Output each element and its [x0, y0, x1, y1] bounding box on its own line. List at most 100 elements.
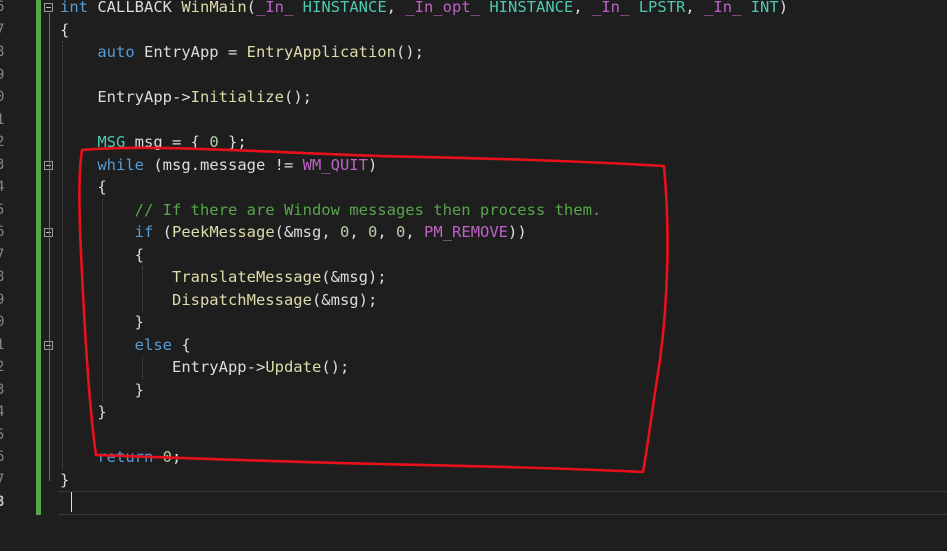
line-number: 1 [0, 111, 5, 128]
code-token: , [377, 223, 397, 241]
code-token: WM_QUIT [302, 155, 368, 174]
code-token: , [405, 223, 425, 241]
code-line[interactable]: if (PeekMessage(&msg, 0, 0, 0, PM_REMOVE… [60, 221, 527, 243]
code-line[interactable]: EntryApp->Update(); [60, 356, 349, 378]
code-token: MSG [97, 133, 126, 151]
code-editor[interactable]: 6 7 8 9 0 1 2 3 4 5 6 7 8 9 0 1 2 3 4 5 6 7 8 int CALLBACK Win… [0, 0, 947, 551]
line-number: 0 [0, 314, 5, 330]
line-number: 8 [0, 44, 5, 60]
line-number: 6 [0, 224, 5, 240]
code-token: (); [283, 88, 312, 106]
code-line[interactable]: while (msg.message != WM_QUIT) [60, 154, 377, 176]
outline-line [49, 13, 50, 481]
code-token: EntryApp-> [60, 88, 191, 106]
code-line[interactable]: MSG msg = { 0 }; [60, 131, 246, 153]
code-token: auto [97, 43, 135, 61]
code-token: Initialize [190, 88, 284, 106]
code-token: , [386, 0, 406, 16]
code-token: { [60, 20, 70, 39]
code-line[interactable]: else { [60, 334, 191, 356]
code-token: ) [367, 155, 378, 174]
code-token: _In_opt_ [405, 0, 480, 16]
line-number: 7 [0, 246, 5, 263]
code-token: INT [750, 0, 779, 16]
line-number: 2 [0, 359, 5, 375]
code-token: } [60, 470, 70, 489]
code-line[interactable]: return 0; [60, 446, 181, 468]
code-token: WinMain [181, 0, 247, 16]
code-token: DispatchMessage [171, 290, 312, 309]
code-token: else [134, 335, 172, 354]
code-line[interactable]: } [60, 401, 107, 423]
line-number: 5 [0, 426, 5, 443]
code-token: 0 [396, 223, 406, 241]
code-token: _In_ [256, 0, 294, 16]
code-line[interactable]: } [60, 469, 69, 491]
collapse-icon[interactable] [44, 3, 53, 12]
line-number: 8 [0, 269, 5, 285]
line-number: 6 [0, 449, 5, 465]
code-line[interactable]: { [60, 176, 107, 198]
code-token: (msg.message != [144, 155, 303, 174]
code-token: (&msg); [311, 290, 378, 309]
outlining-gutter [41, 0, 58, 551]
line-number: 2 [0, 134, 5, 150]
code-line[interactable]: TranslateMessage(&msg); [60, 266, 387, 288]
code-token: 0 [339, 223, 350, 241]
code-token: TranslateMessage [171, 268, 322, 286]
code-token: { [171, 335, 191, 354]
code-line[interactable]: DispatchMessage(&msg); [60, 289, 377, 311]
code-token: ) [778, 0, 789, 16]
current-line-highlight [58, 491, 947, 515]
line-number: 4 [0, 404, 5, 420]
code-token: )) [508, 223, 527, 241]
code-line[interactable]: { [60, 19, 69, 41]
code-token: _In_ [592, 0, 630, 16]
code-token: 0 [209, 133, 219, 151]
code-token: // If there are Window messages then pro… [134, 200, 602, 219]
indent-guide [62, 41, 63, 469]
indent-guide [102, 198, 103, 401]
line-number: 0 [0, 89, 5, 105]
code-token: PeekMessage [172, 223, 275, 241]
code-token: , [685, 0, 705, 16]
code-token: (); [395, 43, 424, 61]
code-token: ; [172, 448, 182, 466]
code-token: while [97, 155, 144, 174]
line-number: 7 [0, 21, 5, 38]
code-token: ( [153, 223, 172, 241]
line-number: 9 [0, 66, 5, 83]
line-number: 5 [0, 201, 5, 218]
code-token: EntryApplication [246, 43, 396, 61]
indent-guide [142, 266, 143, 311]
code-token: (&msg); [321, 268, 387, 286]
code-line[interactable]: auto EntryApp = EntryApplication(); [60, 41, 424, 63]
code-token: CALLBACK [88, 0, 182, 16]
code-line[interactable]: // If there are Window messages then pro… [60, 199, 602, 221]
code-token: { [60, 178, 107, 196]
line-number: 3 [0, 381, 5, 398]
code-token: } [60, 403, 107, 421]
code-token: ( [246, 0, 256, 16]
code-token: EntryApp-> [60, 358, 266, 376]
code-line[interactable]: EntryApp->Initialize(); [60, 86, 312, 108]
code-line[interactable]: int CALLBACK WinMain(_In_ HINSTANCE, _In… [60, 0, 788, 18]
line-number-gutter: 6 7 8 9 0 1 2 3 4 5 6 7 8 9 0 1 2 3 4 5 6 7 8 [0, 0, 12, 551]
code-token: 0 [368, 223, 378, 241]
code-token: EntryApp = [134, 43, 247, 61]
code-token: if [134, 223, 154, 241]
line-number: 6 [0, 0, 5, 15]
line-number: 1 [0, 336, 5, 353]
